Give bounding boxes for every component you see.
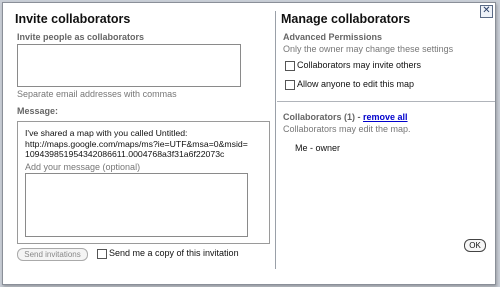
section-separator bbox=[277, 101, 495, 102]
advanced-permissions-label: Advanced Permissions bbox=[283, 32, 383, 42]
message-line-1: I've shared a map with you called Untitl… bbox=[25, 128, 188, 138]
add-message-label: Add your message (optional) bbox=[25, 162, 141, 172]
close-icon[interactable]: ✕ bbox=[480, 5, 493, 18]
emails-textarea[interactable] bbox=[17, 44, 241, 87]
message-line-2: http://maps.google.com/maps/ms?ie=UTF&ms… bbox=[25, 138, 248, 149]
collaborators-heading: Collaborators (1) - remove all bbox=[283, 112, 408, 122]
anyone-edit-label: Allow anyone to edit this map bbox=[297, 79, 415, 89]
copy-checkbox[interactable] bbox=[97, 249, 107, 259]
copy-label: Send me a copy of this invitation bbox=[109, 248, 239, 258]
message-preview: I've shared a map with you called Untitl… bbox=[25, 128, 265, 160]
ok-button[interactable]: OK bbox=[464, 239, 486, 252]
may-invite-checkbox[interactable] bbox=[285, 61, 295, 71]
invite-title: Invite collaborators bbox=[15, 12, 131, 26]
owner-note: Only the owner may change these settings bbox=[283, 44, 454, 54]
emails-hint: Separate email addresses with commas bbox=[17, 89, 177, 99]
emails-label: Invite people as collaborators bbox=[17, 32, 145, 42]
collaborators-count: Collaborators (1) - bbox=[283, 112, 364, 122]
anyone-edit-checkbox[interactable] bbox=[285, 80, 295, 90]
remove-all-link[interactable]: remove all bbox=[363, 112, 408, 122]
collaborators-dialog: ✕ Invite collaborators Invite people as … bbox=[2, 2, 496, 285]
message-line-3: 109439851954342086611.0004768a3f31a6f220… bbox=[25, 149, 225, 159]
may-invite-label: Collaborators may invite others bbox=[297, 60, 422, 70]
message-label: Message: bbox=[17, 106, 59, 116]
manage-title: Manage collaborators bbox=[281, 12, 411, 26]
send-invitations-button[interactable]: Send invitations bbox=[17, 248, 88, 261]
column-divider bbox=[275, 11, 276, 269]
may-edit-note: Collaborators may edit the map. bbox=[283, 124, 411, 134]
add-message-textarea[interactable] bbox=[25, 173, 248, 237]
collaborator-item: Me - owner bbox=[295, 143, 341, 153]
message-panel: I've shared a map with you called Untitl… bbox=[17, 121, 270, 244]
